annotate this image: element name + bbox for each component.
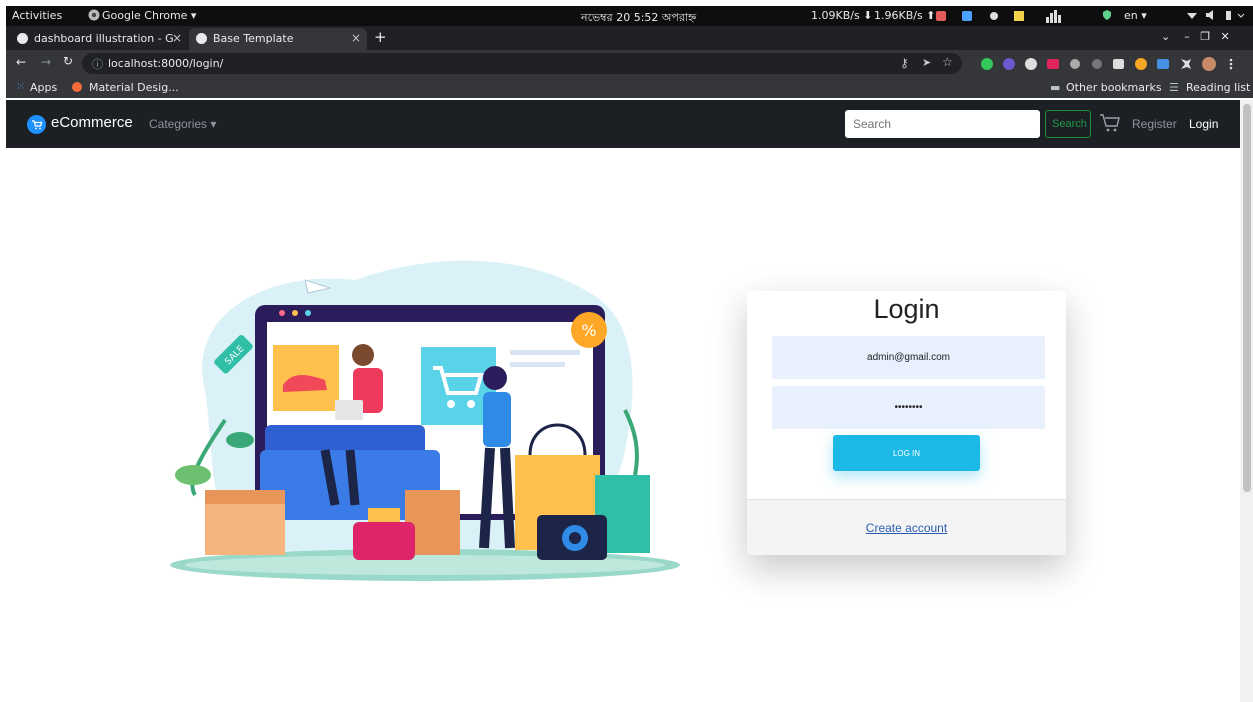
search-input[interactable] <box>845 110 1040 138</box>
os-top-bar: Activities Google Chrome ▾ নভেম্বর 20 5:… <box>6 6 1253 26</box>
app-menu[interactable]: Google Chrome ▾ <box>102 9 196 22</box>
key-icon[interactable]: ⚷ <box>900 56 909 70</box>
new-tab-button[interactable]: + <box>374 28 387 46</box>
system-menu-icon[interactable] <box>1186 9 1246 24</box>
info-icon[interactable]: ⓘ <box>92 56 103 72</box>
net-down-speed: 1.09KB/s ⬇ <box>811 9 873 22</box>
reading-list-icon: ☰ <box>1169 81 1179 94</box>
site-navbar: eCommerce Categories ▾ Search Register L… <box>6 100 1240 148</box>
language-menu[interactable]: en ▾ <box>1124 9 1147 22</box>
close-tab-icon[interactable]: × <box>351 31 361 45</box>
forward-icon[interactable]: → <box>41 55 51 69</box>
login-link[interactable]: Login <box>1189 117 1218 131</box>
bookmark-other[interactable]: Other bookmarks <box>1066 81 1162 94</box>
bookmarks-bar: ⁙ Apps Material Desig... ▬ Other bookmar… <box>6 77 1253 98</box>
activities-button[interactable]: Activities <box>12 9 62 22</box>
globe-favicon-icon <box>196 33 207 44</box>
cart-icon[interactable] <box>1099 112 1121 138</box>
tab-dashboard-illustration[interactable]: dashboard illustration - G × <box>10 28 186 50</box>
reload-icon[interactable]: ↻ <box>63 54 73 68</box>
card-footer: Create account <box>747 499 1066 555</box>
svg-text:%: % <box>581 321 596 340</box>
tab-strip: dashboard illustration - G × Base Templa… <box>6 26 1253 50</box>
address-bar[interactable]: ⓘ localhost:8000/login/ ⚷ ➤ ☆ <box>82 53 962 74</box>
tab-base-template[interactable]: Base Template × <box>189 28 367 50</box>
close-tab-icon[interactable]: × <box>172 31 182 45</box>
bookmark-reading-list[interactable]: Reading list <box>1186 81 1250 94</box>
extension-icons[interactable] <box>981 56 1246 75</box>
window-controls[interactable]: ⌄ – ❐ ✕ <box>1161 30 1230 43</box>
url-text[interactable]: localhost:8000/login/ <box>108 57 223 70</box>
material-design-icon <box>72 82 82 92</box>
login-title: Login <box>873 294 940 324</box>
create-account-link[interactable]: Create account <box>747 521 1066 535</box>
brand-name[interactable]: eCommerce <box>51 114 133 131</box>
shield-icon[interactable] <box>1101 9 1113 24</box>
tray-icons[interactable] <box>936 9 1076 26</box>
search-button[interactable]: Search <box>1045 110 1091 138</box>
chrome-favicon-icon <box>17 33 28 44</box>
apps-grid-icon: ⁙ <box>16 80 26 93</box>
categories-dropdown[interactable]: Categories ▾ <box>149 117 216 131</box>
star-icon[interactable]: ☆ <box>942 55 953 69</box>
send-icon[interactable]: ➤ <box>922 56 931 69</box>
shopping-illustration: % SALE <box>165 250 685 595</box>
back-icon[interactable]: ← <box>16 55 26 69</box>
browser-toolbar: ← → ↻ ⓘ localhost:8000/login/ ⚷ ➤ ☆ <box>6 50 1253 77</box>
bookmark-material-design[interactable]: Material Desig... <box>89 81 179 94</box>
login-button[interactable]: LOG IN <box>833 435 980 471</box>
register-link[interactable]: Register <box>1132 117 1177 131</box>
folder-icon: ▬ <box>1050 81 1061 94</box>
email-field[interactable] <box>772 336 1045 379</box>
password-field[interactable] <box>772 386 1045 429</box>
brand-logo-icon[interactable] <box>27 115 46 138</box>
scrollbar-thumb[interactable] <box>1243 104 1251 492</box>
login-card: Login LOG IN Create account <box>747 291 1066 555</box>
bookmark-apps[interactable]: Apps <box>30 81 57 94</box>
chrome-app-icon <box>88 9 100 24</box>
net-up-speed: 1.96KB/s ⬆ <box>874 9 936 22</box>
